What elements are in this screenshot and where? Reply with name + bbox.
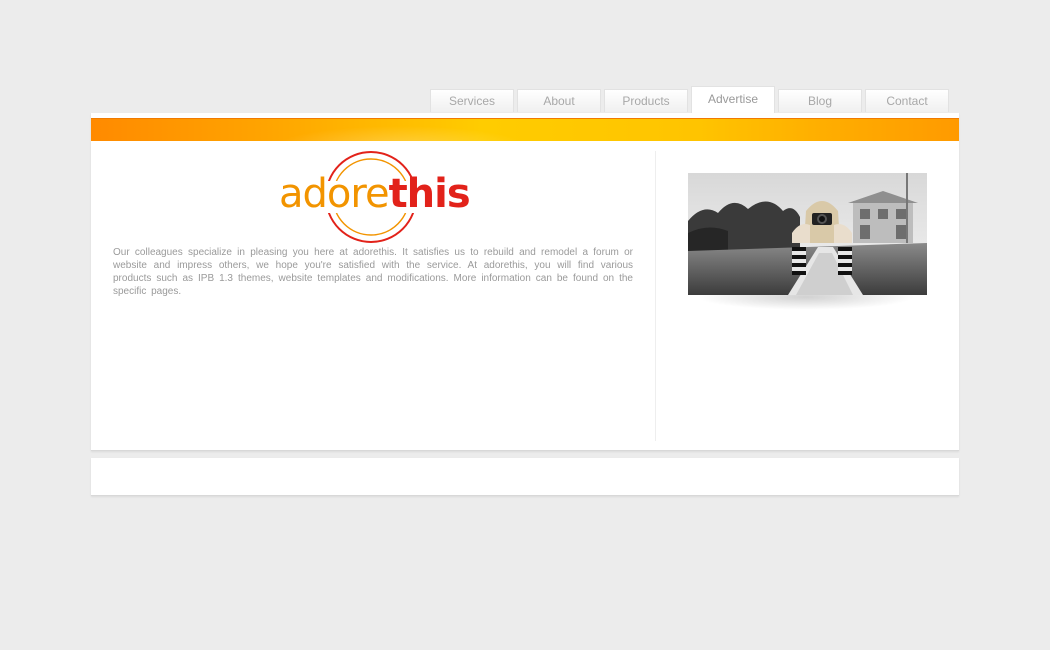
tab-services[interactable]: Services	[430, 89, 514, 112]
main-panel: adorethis Our colleagues specialize in p…	[91, 113, 959, 451]
photo-shadow	[661, 293, 951, 333]
tab-products[interactable]: Products	[604, 89, 688, 112]
tab-contact[interactable]: Contact	[865, 89, 949, 112]
logo-adore-text: adore	[279, 171, 390, 217]
featured-photo	[688, 173, 927, 295]
tab-about[interactable]: About	[517, 89, 601, 112]
photo-image-icon	[688, 173, 927, 295]
column-divider	[655, 151, 656, 441]
intro-paragraph: Our colleagues specialize in pleasing yo…	[113, 247, 633, 297]
logo-wordmark: adorethis	[279, 170, 471, 218]
logo-this-text: this	[388, 171, 471, 217]
tab-blog[interactable]: Blog	[778, 89, 862, 112]
footer-panel	[91, 458, 959, 496]
site-logo[interactable]: adorethis	[279, 151, 471, 243]
header-banner	[91, 118, 959, 141]
top-nav: Services About Products Advertise Blog C…	[430, 86, 952, 113]
tab-advertise[interactable]: Advertise	[691, 86, 775, 113]
